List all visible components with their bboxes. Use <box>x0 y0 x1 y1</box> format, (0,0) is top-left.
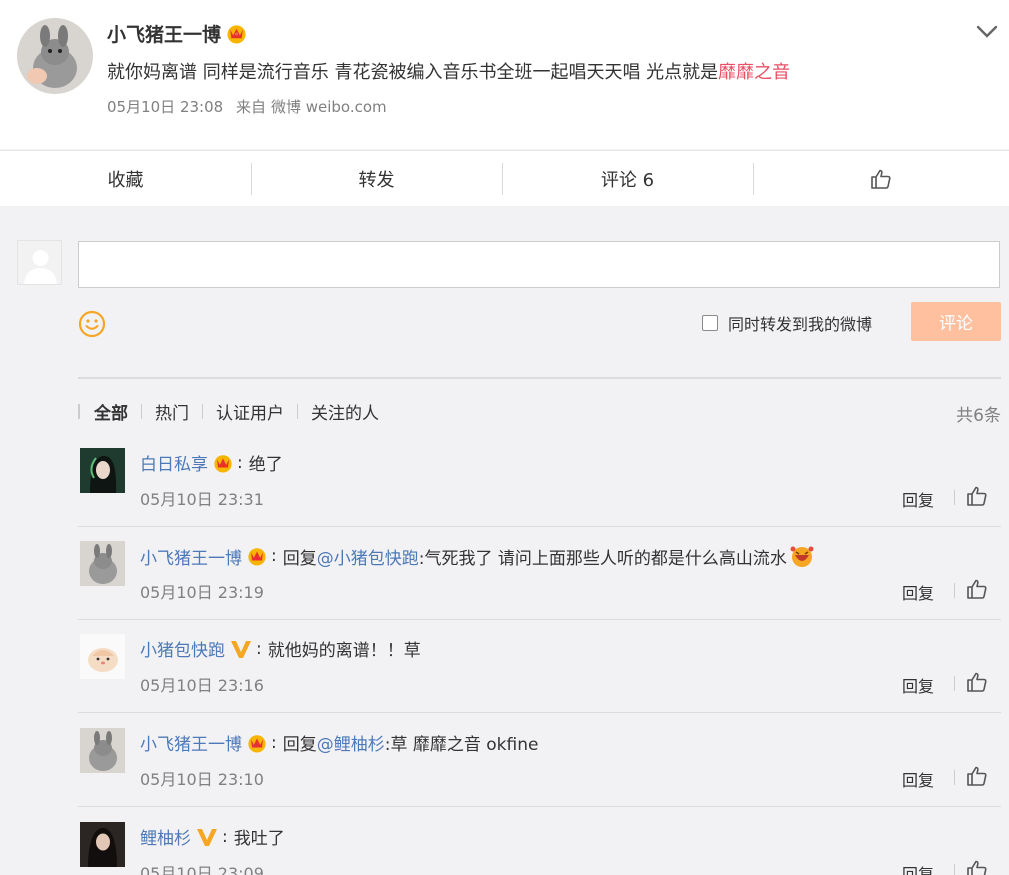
comment-line: 白日私享 : 绝了 <box>140 450 283 476</box>
reply-button[interactable]: 回复 <box>902 767 934 791</box>
crown-badge-icon <box>248 734 266 753</box>
tab-following[interactable]: 关注的人 <box>311 399 379 424</box>
laughing-emoji-icon <box>790 546 814 567</box>
commenter-name[interactable]: 白日私享 <box>140 450 208 475</box>
reply-button[interactable]: 回复 <box>902 487 934 511</box>
comment-input[interactable] <box>78 241 1000 288</box>
comment-item: 小飞猪王一博 : 回复 @鲤柚杉 :草 靡靡之音 okfine 05月10日 2… <box>78 728 1001 808</box>
post-meta: 05月10日 23:08 来自 微博 weibo.com <box>107 96 387 117</box>
submit-comment-button[interactable]: 评论 <box>911 302 1001 341</box>
comment-line: 小飞猪王一博 : 回复 @鲤柚杉 :草 靡靡之音 okfine <box>140 730 539 756</box>
divider <box>78 377 1001 379</box>
post-time[interactable]: 05月10日 23:08 <box>107 98 223 116</box>
comment-text: 回复 <box>282 735 317 755</box>
post-source-prefix: 来自 <box>235 98 266 116</box>
divider <box>78 526 1001 527</box>
author-name[interactable]: 小飞猪王一博 <box>107 20 247 47</box>
sync-repost-checkbox[interactable] <box>702 315 718 331</box>
post-text: 就你妈离谱 同样是流行音乐 青花瓷被编入音乐书全班一起唱天天唱 光点就是靡靡之音 <box>107 58 790 84</box>
comment-text-rest: :草 靡靡之音 okfine <box>384 735 539 755</box>
repost-button[interactable]: 转发 <box>251 151 502 207</box>
comment-line: 小飞猪王一博 : 回复 @小猪包快跑 :气死我了 请问上面那些人听的都是什么高山… <box>140 543 815 569</box>
tab-hot[interactable]: 热门 <box>155 399 189 424</box>
tab-verified[interactable]: 认证用户 <box>216 399 284 424</box>
emoji-picker-icon[interactable] <box>78 310 106 338</box>
comment-time: 05月10日 23:09 <box>140 864 264 875</box>
tab-indicator <box>78 403 80 419</box>
comment-count: 共6条 <box>956 406 1001 426</box>
post-source[interactable]: 微博 weibo.com <box>271 98 387 116</box>
reply-button[interactable]: 回复 <box>902 580 934 604</box>
comment-item: 白日私享 : 绝了 05月10日 23:31 回复 <box>78 448 1001 528</box>
crown-badge-icon <box>248 548 266 566</box>
verified-v-icon <box>197 828 217 846</box>
commenter-name[interactable]: 鲤柚杉 <box>140 824 191 849</box>
divider <box>78 806 1001 807</box>
commenter-avatar[interactable] <box>80 822 125 867</box>
thumbs-up-icon[interactable] <box>966 859 988 875</box>
reply-button[interactable]: 回复 <box>902 861 934 875</box>
comment-text-rest: :气死我了 请问上面那些人听的都是什么高山流水 <box>418 548 787 569</box>
sync-repost-option[interactable]: 同时转发到我的微博 <box>702 311 872 335</box>
comment-text: 绝了 <box>248 455 283 475</box>
thumbs-up-icon[interactable] <box>966 578 988 600</box>
comment-filter-tabs: 全部 热门 认证用户 关注的人 <box>78 399 379 424</box>
comment-colon: : <box>256 638 262 659</box>
comment-line: 小猪包快跑 : 就他妈的离谱！！草 <box>140 636 421 662</box>
post-text-highlight[interactable]: 靡靡之音 <box>718 62 790 83</box>
author-avatar[interactable] <box>17 18 93 94</box>
comment-item: 小飞猪王一博 : 回复 @小猪包快跑 :气死我了 请问上面那些人听的都是什么高山… <box>78 541 1001 621</box>
commenter-avatar[interactable] <box>80 448 125 493</box>
comment-time: 05月10日 23:10 <box>140 770 264 789</box>
comment-time: 05月10日 23:16 <box>140 676 264 695</box>
author-name-text[interactable]: 小飞猪王一博 <box>107 20 221 47</box>
thumbs-up-icon[interactable] <box>966 671 988 693</box>
comment-text: 就他妈的离谱！！草 <box>267 641 421 661</box>
crown-badge-icon <box>227 25 246 44</box>
comment-time: 05月10日 23:31 <box>140 490 264 509</box>
comment-text: 我吐了 <box>233 829 285 849</box>
comment-colon: : <box>222 826 228 847</box>
post-action-bar: 收藏 转发 评论 6 <box>0 150 1009 206</box>
commenter-avatar[interactable] <box>80 541 125 586</box>
like-button[interactable] <box>753 151 1009 207</box>
divider <box>78 712 1001 713</box>
thumbs-up-icon <box>871 169 891 189</box>
comment-line: 鲤柚杉 : 我吐了 <box>140 824 285 850</box>
thumbs-up-icon[interactable] <box>966 485 988 507</box>
tab-all[interactable]: 全部 <box>94 399 128 424</box>
comment-button[interactable]: 评论 6 <box>502 151 753 207</box>
my-avatar <box>17 240 62 285</box>
crown-badge-icon <box>214 454 232 473</box>
comment-colon: : <box>237 452 243 473</box>
commenter-name[interactable]: 小飞猪王一博 <box>140 544 242 569</box>
divider <box>78 619 1001 620</box>
thumbs-up-icon[interactable] <box>966 765 988 787</box>
comment-colon: : <box>271 732 277 753</box>
comment-item: 鲤柚杉 : 我吐了 05月10日 23:09 回复 <box>78 822 1001 875</box>
comment-colon: : <box>271 546 277 566</box>
comment-time: 05月10日 23:19 <box>140 583 264 602</box>
mention-link[interactable]: @鲤柚杉 <box>317 730 385 755</box>
sync-repost-label: 同时转发到我的微博 <box>728 315 873 334</box>
commenter-name[interactable]: 小飞猪王一博 <box>140 730 242 755</box>
verified-v-icon <box>231 640 251 658</box>
post-card: 小飞猪王一博 就你妈离谱 同样是流行音乐 青花瓷被编入音乐书全班一起唱天天唱 光… <box>0 0 1009 149</box>
mention-link[interactable]: @小猪包快跑 <box>317 544 419 569</box>
commenter-name[interactable]: 小猪包快跑 <box>140 636 225 661</box>
comment-item: 小猪包快跑 : 就他妈的离谱！！草 05月10日 23:16 回复 <box>78 634 1001 714</box>
commenter-avatar[interactable] <box>80 634 125 679</box>
favorite-button[interactable]: 收藏 <box>0 151 251 207</box>
chevron-down-icon[interactable] <box>975 22 999 42</box>
commenter-avatar[interactable] <box>80 728 125 773</box>
reply-button[interactable]: 回复 <box>902 673 934 697</box>
post-text-body: 就你妈离谱 同样是流行音乐 青花瓷被编入音乐书全班一起唱天天唱 光点就是 <box>107 62 719 83</box>
comment-text: 回复 <box>282 548 317 569</box>
